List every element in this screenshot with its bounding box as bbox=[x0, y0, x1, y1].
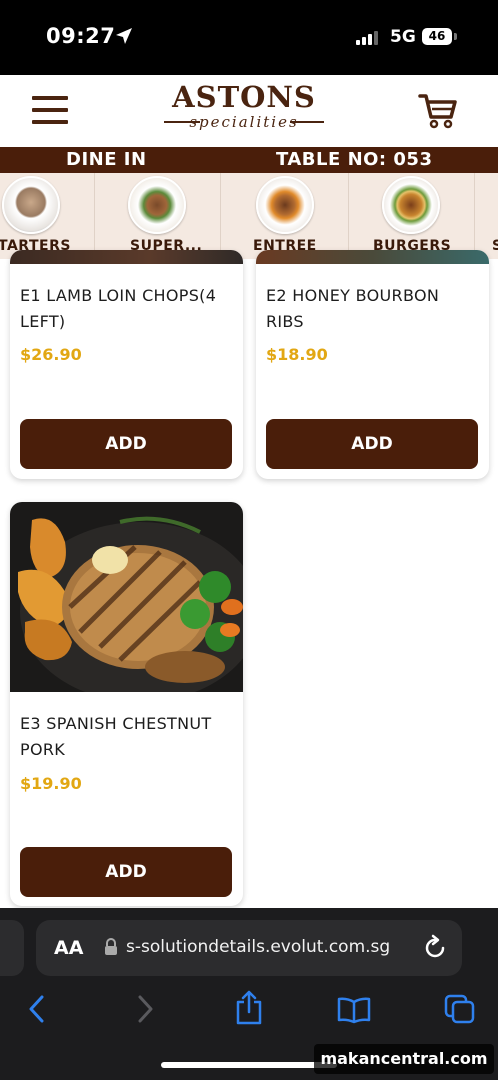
category-burgers[interactable]: BURGERS bbox=[348, 173, 475, 259]
item-name: E3 SPANISH CHESTNUT PORK bbox=[20, 714, 212, 759]
url-text[interactable]: s-solutiondetails.evolut.com.sg bbox=[126, 937, 390, 957]
starters-thumbnail bbox=[2, 176, 60, 234]
order-mode: DINE IN bbox=[66, 149, 147, 170]
cellular-signal-icon bbox=[356, 31, 378, 45]
item-name: E2 HONEY BOURBON RIBS bbox=[266, 286, 440, 331]
home-indicator bbox=[161, 1062, 337, 1068]
lock-icon bbox=[105, 938, 117, 955]
item-image bbox=[256, 250, 489, 264]
category-starters[interactable]: TARTERS bbox=[0, 173, 95, 259]
cart-icon[interactable] bbox=[418, 93, 458, 129]
category-super[interactable]: SUPER... bbox=[94, 173, 221, 259]
order-info-bar: DINE IN TABLE NO: 053 bbox=[0, 147, 498, 173]
watermark: makancentral.com bbox=[314, 1044, 494, 1074]
add-button[interactable]: ADD bbox=[20, 847, 232, 897]
back-icon[interactable] bbox=[26, 994, 48, 1024]
menu-icon[interactable] bbox=[32, 96, 68, 124]
battery-icon: 46 bbox=[422, 28, 452, 45]
network-type: 5G bbox=[390, 27, 416, 47]
burgers-thumbnail bbox=[382, 176, 440, 234]
item-name: E1 LAMB LOIN CHOPS(4 LEFT) bbox=[20, 286, 217, 331]
menu-item-card: E1 LAMB LOIN CHOPS(4 LEFT) $26.90 ADD bbox=[10, 250, 243, 479]
table-number: TABLE NO: 053 bbox=[276, 149, 433, 170]
address-bar[interactable]: AA s-solutiondetails.evolut.com.sg bbox=[36, 920, 462, 976]
category-bar: TARTERS SUPER... ENTREE BURGERS S bbox=[0, 173, 498, 259]
forward-icon[interactable] bbox=[134, 994, 156, 1024]
status-bar: 09:27 5G 46 bbox=[0, 0, 498, 75]
share-icon[interactable] bbox=[234, 990, 264, 1026]
menu-item-card: E3 SPANISH CHESTNUT PORK $19.90 ADD bbox=[10, 502, 243, 906]
item-image bbox=[10, 250, 243, 264]
brand-tagline: specialities bbox=[189, 113, 299, 131]
add-button[interactable]: ADD bbox=[20, 419, 232, 469]
menu-item-card: E2 HONEY BOURBON RIBS $18.90 ADD bbox=[256, 250, 489, 479]
item-price: $26.90 bbox=[20, 345, 82, 364]
location-arrow-icon bbox=[116, 28, 132, 44]
brand-logo[interactable]: ASTONS bbox=[160, 80, 328, 114]
text-size-button[interactable]: AA bbox=[54, 937, 83, 959]
previous-tab-preview[interactable] bbox=[0, 920, 24, 976]
item-price: $19.90 bbox=[20, 774, 82, 793]
category-entree[interactable]: ENTREE bbox=[220, 173, 349, 259]
add-button[interactable]: ADD bbox=[266, 419, 478, 469]
tabs-icon[interactable] bbox=[443, 993, 477, 1025]
item-image bbox=[10, 502, 243, 692]
reload-icon[interactable] bbox=[422, 933, 448, 961]
bookmarks-icon[interactable] bbox=[336, 996, 372, 1024]
category-more[interactable]: S bbox=[474, 173, 498, 259]
item-price: $18.90 bbox=[266, 345, 328, 364]
battery-tip bbox=[454, 33, 457, 40]
super-thumbnail bbox=[128, 176, 186, 234]
category-label: S bbox=[492, 238, 498, 254]
entree-thumbnail bbox=[256, 176, 314, 234]
clock: 09:27 bbox=[46, 24, 116, 48]
